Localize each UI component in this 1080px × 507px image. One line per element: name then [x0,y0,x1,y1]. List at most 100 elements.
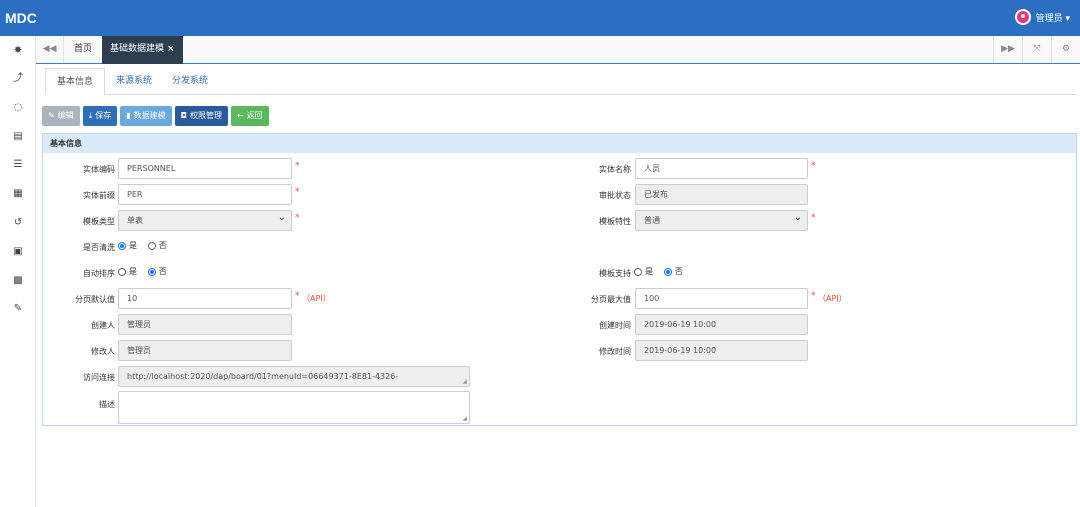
clean-yes-radio[interactable] [118,241,126,250]
settings-icon[interactable]: ⚙ [1051,36,1080,63]
modified-time-label: 修改时间 [599,347,631,356]
required-mark: * [295,187,300,197]
name-label: 实体名称 [599,165,631,174]
template-support-yes-radio[interactable] [634,267,642,276]
tab-active-label: 基础数据建模 [110,44,165,54]
code-input[interactable]: PERSONNEL [118,158,292,179]
save-label: 保存 [95,111,112,120]
link-value: http://localhost:2020/dap/board/01?menuI… [127,372,399,381]
clean-label: 是否清洗 [83,243,115,252]
bar-chart-icon: ▮ [126,111,131,120]
template-type-label: 模板类型 [83,217,115,226]
autosort-yes-label: 是 [129,267,137,276]
prefix-input[interactable]: PER [118,184,292,205]
wrench-icon[interactable]: ✎ [10,302,26,316]
link-label: 访问连接 [83,373,115,382]
name-input[interactable]: 人员 [635,158,808,179]
resize-handle-icon[interactable]: ◢ [462,379,467,385]
page-default-api-note: （API） [302,294,331,303]
approval-status-field: 已发布 [635,184,808,205]
template-feature-select[interactable]: 普通 [635,210,808,231]
clean-no-radio[interactable] [147,241,156,250]
toolbar: ✎ 编辑 ⤓ 保存 ▮ 数据建模 ◘ 权限管理 ← 返回 [42,106,269,126]
prefix-label: 实体前缀 [83,191,115,200]
resize-handle-icon[interactable]: ◢ [462,416,467,422]
link-field[interactable]: http://localhost:2020/dap/board/01?menuI… [118,366,470,387]
code-label: 实体编码 [83,165,115,174]
data-modeling-button[interactable]: ▮ 数据建模 [120,106,172,126]
clean-radio-group: 是 否 [118,240,175,251]
tab-bar: ◀◀ 首页 基础数据建模 × ▶▶ ⤧ ⚙ [36,36,1080,64]
user-menu[interactable]: 管理员 ▾ [1014,9,1070,25]
template-feature-label: 模板特性 [599,217,631,226]
film-icon[interactable]: ▣ [10,245,26,259]
page-default-input[interactable]: 10 [118,288,292,309]
edit-label: 编辑 [57,111,74,120]
modified-time-field: 2019-06-19 10:00 [635,340,808,361]
autosort-label: 自动排序 [83,269,115,278]
modifier-field: 管理员 [118,340,292,361]
top-bar: MDC 管理员 ▾ [0,0,1080,36]
autosort-radio-group: 是 否 [118,266,175,277]
clean-no-label: 否 [158,241,167,250]
sub-tabs: 基本信息 来源系统 分发系统 [45,68,1077,95]
grid-icon[interactable]: ▦ [10,187,26,201]
modifier-label: 修改人 [91,347,115,356]
database-icon[interactable]: ▤ [10,130,26,144]
back-label: 返回 [246,111,263,120]
description-textarea[interactable]: ◢ [118,391,470,424]
close-icon[interactable]: × [167,44,175,54]
template-type-select[interactable]: 单表 [118,210,292,231]
creator-label: 创建人 [91,321,115,330]
edit-button[interactable]: ✎ 编辑 [42,106,80,126]
desc-label: 描述 [99,400,115,409]
template-support-no-radio[interactable] [663,267,672,276]
subtab-basic-info[interactable]: 基本信息 [45,68,106,95]
required-mark: * [295,213,300,223]
chart-icon[interactable]: ⤴ [10,72,26,86]
subtab-source-system[interactable]: 来源系统 [105,68,163,95]
calculator-icon[interactable]: ▩ [10,274,26,288]
autosort-no-radio[interactable] [147,267,156,276]
template-support-radio-group: 是 否 [634,266,691,277]
subtab-distribution-system[interactable]: 分发系统 [161,68,219,95]
list-icon[interactable]: ☰ [10,158,26,172]
page-max-api-note: （API） [818,294,847,303]
arrow-left-icon: ← [236,111,244,120]
history-icon[interactable]: ↺ [10,216,26,230]
autosort-no-label: 否 [158,267,167,276]
tab-home[interactable]: 首页 [64,36,104,63]
required-mark: * [811,213,816,223]
page-max-input[interactable]: 100 [635,288,808,309]
save-button[interactable]: ⤓ 保存 [82,106,118,126]
scroll-right-icon[interactable]: ▶▶ [993,36,1022,63]
gear-icon[interactable]: ✸ [10,44,26,58]
tab-home-label: 首页 [74,44,93,54]
panel-title: 基本信息 [43,134,1076,153]
fullscreen-icon[interactable]: ⤧ [1022,36,1051,63]
camera-icon: ◘ [180,111,187,120]
user-avatar-icon [1014,9,1031,25]
required-mark: * [811,291,816,301]
app-logo: MDC [5,10,37,26]
edit-icon: ✎ [48,111,55,120]
required-mark: * [811,161,816,171]
download-icon: ⤓ [88,111,93,120]
created-time-field: 2019-06-19 10:00 [635,314,808,335]
basic-info-panel: 基本信息 实体编码 PERSONNEL * 实体名称 人员 * 实体前缀 PER… [42,133,1077,426]
tab-data-modeling[interactable]: 基础数据建模 × [102,36,183,64]
required-mark: * [295,161,300,171]
approval-label: 审批状态 [599,191,631,200]
user-name: 管理员 ▾ [1035,13,1070,24]
creator-field: 管理员 [118,314,292,335]
sidebar: ✸ ⤴ ◌ ▤ ☰ ▦ ↺ ▣ ▩ ✎ [0,36,36,507]
template-support-no-label: 否 [674,267,683,276]
back-button[interactable]: ← 返回 [230,106,269,126]
permission-label: 权限管理 [189,111,222,120]
autosort-yes-radio[interactable] [118,267,126,276]
permission-button[interactable]: ◘ 权限管理 [174,106,228,126]
scroll-left-icon[interactable]: ◀◀ [36,36,64,63]
page-default-label: 分页默认值 [75,295,115,304]
data-modeling-label: 数据建模 [133,111,166,120]
spinner-icon[interactable]: ◌ [10,101,26,115]
